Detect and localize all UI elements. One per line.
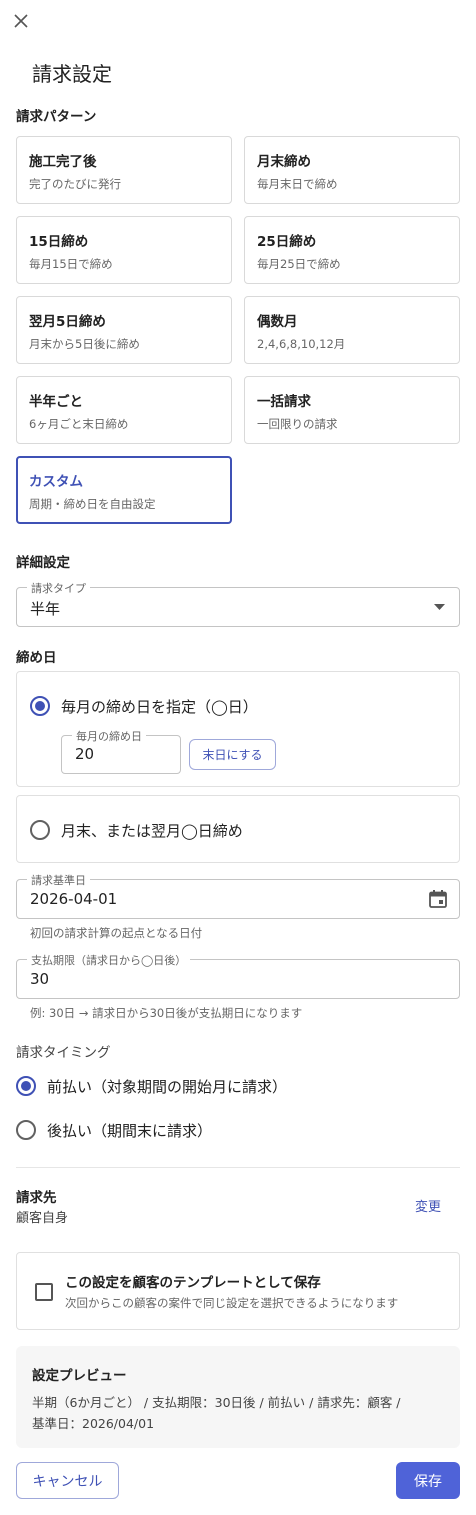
payment-term-label: 支払期限（請求日から◯日後）	[27, 952, 191, 968]
pattern-desc: 周期・締め日を自由設定	[29, 497, 156, 511]
close-icon	[14, 14, 28, 28]
billing-to-value: 顧客自身	[16, 1211, 69, 1226]
base-date-helper: 初回の請求計算の起点となる日付	[30, 926, 203, 940]
pattern-card-month-end[interactable]: 月末締め 毎月末日で締め	[244, 136, 460, 204]
preview-line-2: 基準日：2026/04/01	[32, 1416, 155, 1431]
base-date-value: 2026-04-01	[30, 890, 118, 908]
pattern-desc: 月末から5日後に締め	[29, 337, 140, 351]
closing-month-end-option-label: 月末、または翌月◯日締め	[61, 822, 243, 840]
detail-section-heading: 詳細設定	[16, 555, 70, 571]
base-date-label: 請求基準日	[27, 872, 90, 888]
calendar-icon[interactable]	[428, 889, 448, 909]
pattern-desc: 毎月25日で締め	[257, 257, 341, 271]
template-panel: この設定を顧客のテンプレートとして保存 次回からこの顧客の案件で同じ設定を選択で…	[16, 1252, 460, 1330]
closing-day-input-label: 毎月の締め日	[72, 728, 146, 744]
payment-term-helper: 例: 30日 → 請求日から30日後が支払期日になります	[30, 1006, 303, 1020]
payment-term-input[interactable]: 支払期限（請求日から◯日後） 30	[16, 952, 460, 999]
pattern-desc: 一回限りの請求	[257, 417, 338, 431]
pattern-card-custom[interactable]: カスタム 周期・締め日を自由設定	[16, 456, 232, 524]
timing-postpay-label: 後払い（期間末に請求）	[47, 1122, 213, 1140]
billing-type-value: 半年	[30, 600, 61, 618]
pattern-title: 25日締め	[257, 234, 317, 250]
pattern-title: 半年ごと	[29, 394, 83, 410]
pattern-card-next-month-5th[interactable]: 翌月5日締め 月末から5日後に締め	[16, 296, 232, 364]
closing-option-panel-month-end: 月末、または翌月◯日締め	[16, 795, 460, 863]
pattern-card-lump-sum[interactable]: 一括請求 一回限りの請求	[244, 376, 460, 444]
timing-heading: 請求タイミング	[16, 1045, 111, 1061]
billing-type-label: 請求タイプ	[27, 580, 90, 596]
closing-day-option-label: 毎月の締め日を指定（◯日）	[61, 698, 258, 716]
pattern-card-15th[interactable]: 15日締め 毎月15日で締め	[16, 216, 232, 284]
pattern-title: 翌月5日締め	[29, 314, 106, 330]
billing-type-select[interactable]: 請求タイプ 半年	[16, 580, 460, 627]
pattern-title: 15日締め	[29, 234, 89, 250]
close-button[interactable]	[10, 10, 32, 32]
pattern-desc: 完了のたびに発行	[29, 177, 121, 191]
pattern-title: 施工完了後	[29, 154, 97, 170]
closing-option-panel-day: 毎月の締め日を指定（◯日） 毎月の締め日 20 末日にする	[16, 671, 460, 787]
template-desc: 次回からこの顧客の案件で同じ設定を選択できるようになります	[65, 1296, 399, 1310]
pattern-title: 月末締め	[257, 154, 311, 170]
save-button[interactable]: 保存	[396, 1462, 460, 1499]
pattern-card-25th[interactable]: 25日締め 毎月25日で締め	[244, 216, 460, 284]
pattern-desc: 毎月末日で締め	[257, 177, 338, 191]
pattern-title: 一括請求	[257, 394, 311, 410]
dropdown-arrow-icon	[434, 604, 445, 610]
settings-preview: 設定プレビュー 半期（6か月ごと） / 支払期限：30日後 / 前払い / 請求…	[16, 1346, 460, 1448]
pattern-card-even-months[interactable]: 偶数月 2,4,6,8,10,12月	[244, 296, 460, 364]
payment-term-value: 30	[30, 970, 50, 988]
timing-prepay-label: 前払い（対象期間の開始月に請求）	[47, 1078, 288, 1096]
billing-to-heading: 請求先	[16, 1190, 57, 1206]
closing-day-radio[interactable]	[30, 696, 50, 716]
billing-to-change-link[interactable]: 変更	[415, 1196, 441, 1215]
closing-month-end-radio[interactable]	[30, 820, 50, 840]
template-title: この設定を顧客のテンプレートとして保存	[65, 1275, 321, 1291]
timing-prepay-radio[interactable]	[16, 1076, 36, 1096]
end-of-month-button[interactable]: 末日にする	[189, 739, 276, 770]
closing-day-input[interactable]: 毎月の締め日 20	[61, 728, 181, 774]
pattern-card-after-completion[interactable]: 施工完了後 完了のたびに発行	[16, 136, 232, 204]
pattern-desc: 毎月15日で締め	[29, 257, 113, 271]
pattern-desc: 6ヶ月ごと末日締め	[29, 417, 129, 431]
closing-section-heading: 締め日	[16, 650, 57, 666]
page-title: 請求設定	[32, 62, 112, 86]
section-divider	[16, 1167, 460, 1168]
pattern-desc: 2,4,6,8,10,12月	[257, 337, 346, 351]
base-date-input[interactable]: 請求基準日 2026-04-01	[16, 872, 460, 919]
preview-heading: 設定プレビュー	[32, 1368, 127, 1384]
pattern-section-heading: 請求パターン	[16, 109, 97, 125]
pattern-title: カスタム	[29, 474, 83, 490]
cancel-button[interactable]: キャンセル	[16, 1462, 119, 1499]
pattern-card-half-year[interactable]: 半年ごと 6ヶ月ごと末日締め	[16, 376, 232, 444]
template-checkbox[interactable]	[35, 1283, 53, 1301]
closing-day-input-value: 20	[75, 745, 95, 763]
preview-line-1: 半期（6か月ごと） / 支払期限：30日後 / 前払い / 請求先：顧客 /	[32, 1395, 401, 1410]
timing-postpay-radio[interactable]	[16, 1120, 36, 1140]
pattern-title: 偶数月	[257, 314, 298, 330]
